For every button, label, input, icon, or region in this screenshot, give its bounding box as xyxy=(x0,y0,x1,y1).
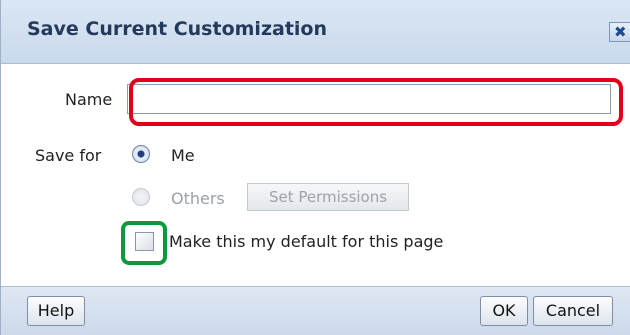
name-input[interactable] xyxy=(127,84,611,114)
default-checkbox-label[interactable]: Make this my default for this page xyxy=(169,232,443,251)
cancel-button[interactable]: Cancel xyxy=(533,296,613,326)
radio-me[interactable] xyxy=(132,145,150,163)
save-for-label: Save for xyxy=(35,146,102,165)
help-button[interactable]: Help xyxy=(27,296,85,326)
close-icon[interactable]: ✖ xyxy=(609,22,630,42)
dialog-title-bar: Save Current Customization ✖ xyxy=(1,0,630,64)
radio-others xyxy=(132,188,150,206)
save-customization-dialog: Save Current Customization ✖ Name Save f… xyxy=(0,0,630,335)
name-label: Name xyxy=(65,90,113,109)
default-checkbox[interactable] xyxy=(135,232,154,251)
dialog-title: Save Current Customization xyxy=(27,18,327,40)
ok-button[interactable]: OK xyxy=(480,296,528,326)
radio-me-label[interactable]: Me xyxy=(171,146,195,165)
set-permissions-button: Set Permissions xyxy=(247,183,409,211)
radio-others-label: Others xyxy=(171,189,225,208)
